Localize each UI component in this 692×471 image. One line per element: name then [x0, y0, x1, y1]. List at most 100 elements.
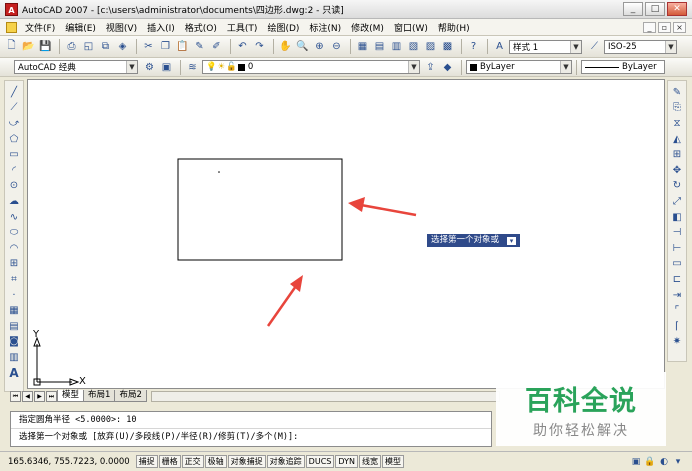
- 3dprint-icon[interactable]: ◈: [115, 39, 130, 54]
- multiline-text-icon[interactable]: A: [7, 366, 22, 381]
- table-icon[interactable]: ▥: [7, 350, 22, 365]
- menu-modify[interactable]: 修改(M): [346, 21, 389, 34]
- polar-toggle[interactable]: 极轴: [204, 455, 227, 468]
- menu-draw[interactable]: 绘图(D): [262, 21, 304, 34]
- minimize-button[interactable]: _: [623, 2, 643, 16]
- move-icon[interactable]: ✥: [670, 163, 685, 178]
- linetype-select[interactable]: ByLayer: [581, 60, 665, 74]
- tab-model[interactable]: 模型: [57, 390, 85, 402]
- lock-icon[interactable]: 🔒: [644, 456, 656, 468]
- coordinates-readout[interactable]: 165.6346, 755.7223, 0.0000: [8, 457, 130, 467]
- make-block-icon[interactable]: ⌗: [7, 272, 22, 287]
- explode-icon[interactable]: ✷: [670, 335, 685, 350]
- cut-icon[interactable]: ✂: [141, 39, 156, 54]
- polyline-icon[interactable]: ⤻: [7, 116, 22, 131]
- offset-icon[interactable]: ◭: [670, 132, 685, 147]
- make-object-layer-current-icon[interactable]: ⇪: [423, 60, 438, 75]
- command-prompt[interactable]: 选择第一个对象或 [放弃(U)/多段线(P)/半径(R)/修剪(T)/多个(M)…: [11, 428, 491, 444]
- mirror-icon[interactable]: ⧖: [670, 116, 685, 131]
- chevron-down-icon[interactable]: ▼: [126, 61, 137, 73]
- ellipse-arc-icon[interactable]: ◠: [7, 241, 22, 256]
- menu-tools[interactable]: 工具(T): [222, 21, 263, 34]
- tab-layout1[interactable]: 布局1: [83, 390, 116, 402]
- menu-file[interactable]: 文件(F): [20, 21, 60, 34]
- join-icon[interactable]: ⇥: [670, 288, 685, 303]
- polygon-icon[interactable]: ⬠: [7, 132, 22, 147]
- zoom-window-icon[interactable]: ⊕: [312, 39, 327, 54]
- menu-insert[interactable]: 插入(I): [142, 21, 180, 34]
- chamfer-icon[interactable]: ⌜: [670, 303, 685, 318]
- autocad-app-icon[interactable]: A: [5, 2, 18, 16]
- zoom-realtime-icon[interactable]: 🔍: [295, 39, 310, 54]
- dyn-toggle[interactable]: DYN: [335, 455, 358, 468]
- menu-format[interactable]: 格式(O): [180, 21, 222, 34]
- copy-object-icon[interactable]: ⎘: [670, 101, 685, 116]
- array-icon[interactable]: ⊞: [670, 147, 685, 162]
- open-icon[interactable]: 📂: [21, 39, 36, 54]
- doc-minimize-button[interactable]: _: [643, 21, 656, 33]
- line-icon[interactable]: ╱: [7, 85, 22, 100]
- construction-line-icon[interactable]: ⟋: [7, 101, 22, 116]
- layer-select[interactable]: 💡 ☀ 🔓 0 ▼: [202, 60, 420, 74]
- revision-cloud-icon[interactable]: ☁: [7, 194, 22, 209]
- communication-center-icon[interactable]: ▣: [630, 456, 642, 468]
- insert-block-icon[interactable]: ⊞: [7, 257, 22, 272]
- paste-icon[interactable]: 📋: [175, 39, 190, 54]
- help-icon[interactable]: ?: [466, 39, 481, 54]
- design-center-icon[interactable]: ▤: [372, 39, 387, 54]
- snap-toggle[interactable]: 捕捉: [135, 455, 158, 468]
- menu-dimension[interactable]: 标注(N): [304, 21, 346, 34]
- rotate-icon[interactable]: ↻: [670, 179, 685, 194]
- command-window[interactable]: 指定圆角半径 <5.0000>: 10 选择第一个对象或 [放弃(U)/多段线(…: [10, 411, 492, 447]
- ortho-toggle[interactable]: 正交: [181, 455, 204, 468]
- break-at-point-icon[interactable]: ▭: [670, 257, 685, 272]
- first-tab-icon[interactable]: ⏮: [10, 391, 21, 402]
- rectangle-icon[interactable]: ▭: [7, 147, 22, 162]
- save-workspace-icon[interactable]: ▣: [159, 60, 174, 75]
- pan-icon[interactable]: ✋: [278, 39, 293, 54]
- break-icon[interactable]: ⊏: [670, 272, 685, 287]
- last-tab-icon[interactable]: ⏭: [46, 391, 57, 402]
- next-tab-icon[interactable]: ▶: [34, 391, 45, 402]
- dim-style-select[interactable]: ISO-25 ▼: [604, 39, 677, 54]
- osnap-toggle[interactable]: 对象捕捉: [227, 455, 266, 468]
- copy-icon[interactable]: ❐: [158, 39, 173, 54]
- point-icon[interactable]: ·: [7, 288, 22, 303]
- new-icon[interactable]: 🗋: [4, 39, 19, 54]
- publish-icon[interactable]: ⧉: [98, 39, 113, 54]
- doc-restore-button[interactable]: ▫: [658, 21, 671, 33]
- menu-window[interactable]: 窗口(W): [389, 21, 433, 34]
- sheet-set-icon[interactable]: ▧: [406, 39, 421, 54]
- save-icon[interactable]: 💾: [38, 39, 53, 54]
- arc-icon[interactable]: ◜: [7, 163, 22, 178]
- chevron-down-icon[interactable]: ▼: [560, 61, 571, 73]
- tooltip-options-icon[interactable]: ▾: [507, 236, 517, 245]
- tool-palettes-icon[interactable]: ▥: [389, 39, 404, 54]
- workspace-select[interactable]: AutoCAD 经典 ▼: [14, 60, 138, 74]
- calculator-icon[interactable]: ▩: [440, 39, 455, 54]
- properties-icon[interactable]: ▦: [355, 39, 370, 54]
- annotation-icon[interactable]: ◐: [658, 456, 670, 468]
- chevron-down-icon[interactable]: ▼: [570, 40, 581, 53]
- spline-icon[interactable]: ∿: [7, 210, 22, 225]
- grid-toggle[interactable]: 栅格: [158, 455, 181, 468]
- quadrilateral-shape[interactable]: [177, 158, 343, 261]
- color-select[interactable]: ByLayer ▼: [466, 60, 572, 74]
- hatch-icon[interactable]: ▦: [7, 303, 22, 318]
- close-button[interactable]: ✕: [667, 2, 687, 16]
- trim-icon[interactable]: ⊣: [670, 225, 685, 240]
- menu-help[interactable]: 帮助(H): [433, 21, 475, 34]
- menu-view[interactable]: 视图(V): [101, 21, 142, 34]
- otrack-toggle[interactable]: 对象追踪: [266, 455, 305, 468]
- maximize-button[interactable]: □: [645, 2, 665, 16]
- match-properties-icon[interactable]: ✎: [192, 39, 207, 54]
- print-icon[interactable]: ⎙: [64, 39, 79, 54]
- workspace-settings-icon[interactable]: ⚙: [142, 60, 157, 75]
- block-editor-icon[interactable]: ✐: [209, 39, 224, 54]
- menu-edit[interactable]: 编辑(E): [60, 21, 101, 34]
- drawing-area[interactable]: Y X 选择第一个对象或 ▾: [27, 79, 665, 389]
- fillet-icon[interactable]: ⌈: [670, 319, 685, 334]
- extend-icon[interactable]: ⊢: [670, 241, 685, 256]
- model-toggle[interactable]: 模型: [381, 455, 404, 468]
- horizontal-scrollbar[interactable]: [150, 391, 500, 402]
